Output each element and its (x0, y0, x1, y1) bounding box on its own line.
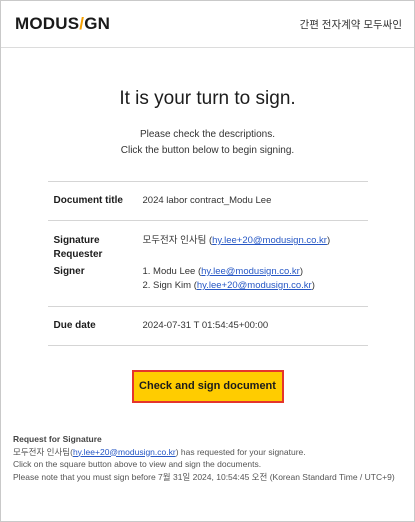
subtitle-line-1: Please check the descriptions. (139, 129, 276, 140)
due-date-section: Due date 2024-07-31 T 01:54:45+00:00 (47, 307, 368, 346)
document-details-table: Document title 2024 labor contract_Modu … (47, 181, 368, 346)
page-title: It is your turn to sign. (119, 88, 296, 109)
footer-requester-name: 모두전자 인사팀 (13, 446, 71, 457)
signer-list: 1. Modu Lee (hy.lee@modusign.co.kr) 2. S… (143, 265, 315, 293)
cta-wrapper: Check and sign document (1, 370, 414, 403)
footer-line-3: Please note that you must sign before 7월… (13, 471, 395, 482)
logo-text-gn: GN (84, 14, 111, 33)
modusign-logo: MODUS/GN (15, 14, 110, 34)
requester-name: 모두전자 인사팀 (142, 235, 207, 246)
signer-email-link[interactable]: hy.lee@modusign.co.kr (201, 266, 300, 277)
header-tagline: 간편 전자계약 모두싸인 (299, 18, 402, 31)
requester-email-link[interactable]: hy.lee+20@modusign.co.kr (212, 235, 327, 246)
signer-name: 1. Modu Lee (142, 266, 196, 277)
footer-line-1: 모두전자 인사팀(hy.lee+20@modusign.co.kr) has r… (13, 446, 306, 457)
signer-item: 2. Sign Kim (hy.lee+20@modusign.co.kr) (142, 280, 315, 291)
people-section: Signature Requester 모두전자 인사팀 (hy.lee+20@… (47, 221, 368, 307)
document-title-label: Document title (53, 195, 123, 206)
subtitle-line-2: Click the button below to begin signing. (120, 145, 295, 156)
document-title-value: 2024 labor contract_Modu Lee (142, 195, 272, 206)
requester-row: Signature Requester 모두전자 인사팀 (hy.lee+20@… (54, 234, 368, 262)
footer-line-1-rest: has requested for your signature. (178, 446, 306, 457)
footer-line-2: Click on the square button above to view… (13, 459, 262, 469)
signer-label: Signer (53, 266, 85, 277)
footer-notice: Request for Signature 모두전자 인사팀(hy.lee+20… (1, 433, 414, 483)
document-title-section: Document title 2024 labor contract_Modu … (47, 182, 368, 221)
due-date-value: 2024-07-31 T 01:54:45+00:00 (142, 320, 269, 331)
signer-email-link[interactable]: hy.lee+20@modusign.co.kr (197, 280, 312, 291)
due-date-label: Due date (53, 320, 96, 331)
requester-value: 모두전자 인사팀 (hy.lee+20@modusign.co.kr) (142, 235, 331, 246)
requester-label: Signature Requester (53, 235, 103, 260)
logo-text-modus: MODUS (15, 14, 80, 33)
footer-requester-email-link[interactable]: hy.lee+20@modusign.co.kr (73, 447, 176, 457)
check-and-sign-button[interactable]: Check and sign document (131, 370, 284, 403)
header: MODUS/GN 간편 전자계약 모두싸인 (1, 1, 414, 48)
signer-row: Signer 1. Modu Lee (hy.lee@modusign.co.k… (54, 265, 368, 293)
email-frame: MODUS/GN 간편 전자계약 모두싸인 It is your turn to… (0, 0, 415, 522)
signer-name: 2. Sign Kim (142, 280, 192, 291)
footer-title: Request for Signature (13, 434, 102, 444)
signer-item: 1. Modu Lee (hy.lee@modusign.co.kr) (142, 266, 304, 277)
page-subtitle: Please check the descriptions. Click the… (1, 127, 414, 159)
